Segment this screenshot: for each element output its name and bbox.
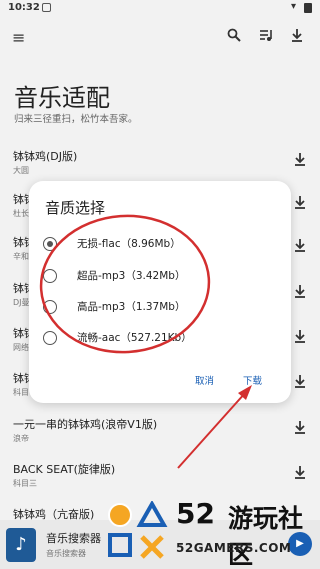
album-art: ♪ — [6, 528, 36, 562]
radio-button[interactable] — [43, 269, 57, 283]
list-item[interactable]: 一元一串的钵钵鸡(浪帝V1版) 浪帝 — [0, 416, 320, 456]
option-label: 超品-mp3（3.42Mb） — [77, 270, 186, 282]
notification-icon — [42, 3, 51, 12]
radio-button[interactable] — [43, 331, 57, 345]
quality-option-mp3[interactable]: 高品-mp3（1.37Mb） — [43, 296, 283, 320]
option-label: 流畅-aac（527.21Kb） — [77, 332, 192, 344]
search-icon[interactable] — [227, 28, 241, 46]
quality-option-mp3-high[interactable]: 超品-mp3（3.42Mb） — [43, 265, 283, 289]
quality-option-aac[interactable]: 流畅-aac（527.21Kb） — [43, 327, 283, 351]
download-icon[interactable] — [294, 329, 306, 343]
playlist-icon[interactable] — [259, 28, 273, 46]
song-artist: 科目 — [13, 388, 29, 397]
radio-button[interactable] — [43, 237, 57, 251]
download-button[interactable]: 下载 — [243, 373, 262, 387]
watermark: 52 游玩社区 52GAMERS.COM — [104, 497, 320, 569]
status-time: 10:32 — [8, 2, 40, 13]
option-label: 高品-mp3（1.37Mb） — [77, 301, 186, 313]
player-subtitle: 音乐搜索器 — [46, 549, 86, 558]
watermark-text: 游玩社区 — [228, 504, 304, 569]
song-title: BACK SEAT(旋律版) — [13, 463, 116, 476]
song-artist: 大圆 — [13, 166, 29, 175]
cancel-button[interactable]: 取消 — [195, 373, 214, 387]
song-artist: 科目三 — [13, 479, 37, 488]
watermark-logo — [108, 501, 168, 559]
download-icon[interactable] — [291, 28, 303, 46]
battery-icon — [304, 3, 312, 13]
dialog-title: 音质选择 — [45, 199, 106, 217]
song-artist: 网络 — [13, 343, 29, 352]
download-icon[interactable] — [294, 420, 306, 434]
song-artist: 杜长 — [13, 209, 29, 218]
download-icon[interactable] — [294, 465, 306, 479]
page-subtitle: 归来三径重扫，松竹本吾家。 — [14, 114, 138, 125]
download-icon[interactable] — [294, 284, 306, 298]
watermark-number: 52 — [176, 497, 215, 530]
download-icon[interactable] — [294, 152, 306, 166]
wifi-icon: ▾ — [290, 1, 296, 12]
app-bar: ≡ — [0, 24, 320, 52]
song-artist: 浪帝 — [13, 434, 29, 443]
list-item[interactable]: BACK SEAT(旋律版) 科目三 — [0, 461, 320, 501]
radio-button[interactable] — [43, 300, 57, 314]
status-bar: 10:32 ▾ — [0, 0, 320, 16]
watermark-domain: 52GAMERS.COM — [176, 541, 292, 555]
song-artist: DJ曼 — [13, 298, 30, 307]
download-icon[interactable] — [294, 238, 306, 252]
download-icon[interactable] — [294, 195, 306, 209]
song-artist: 辛和 — [13, 252, 29, 261]
menu-icon[interactable]: ≡ — [12, 28, 25, 47]
quality-dialog: 音质选择 无损-flac（8.96Mb） 超品-mp3（3.42Mb） 高品-m… — [29, 181, 291, 403]
option-label: 无损-flac（8.96Mb） — [77, 238, 181, 250]
download-icon[interactable] — [294, 374, 306, 388]
player-title: 音乐搜索器 — [46, 532, 101, 545]
song-title: 钵钵鸡(DJ版) — [13, 150, 78, 163]
quality-option-flac[interactable]: 无损-flac（8.96Mb） — [43, 233, 283, 257]
page-title: 音乐适配 — [14, 84, 110, 112]
song-title: 一元一串的钵钵鸡(浪帝V1版) — [13, 418, 158, 431]
